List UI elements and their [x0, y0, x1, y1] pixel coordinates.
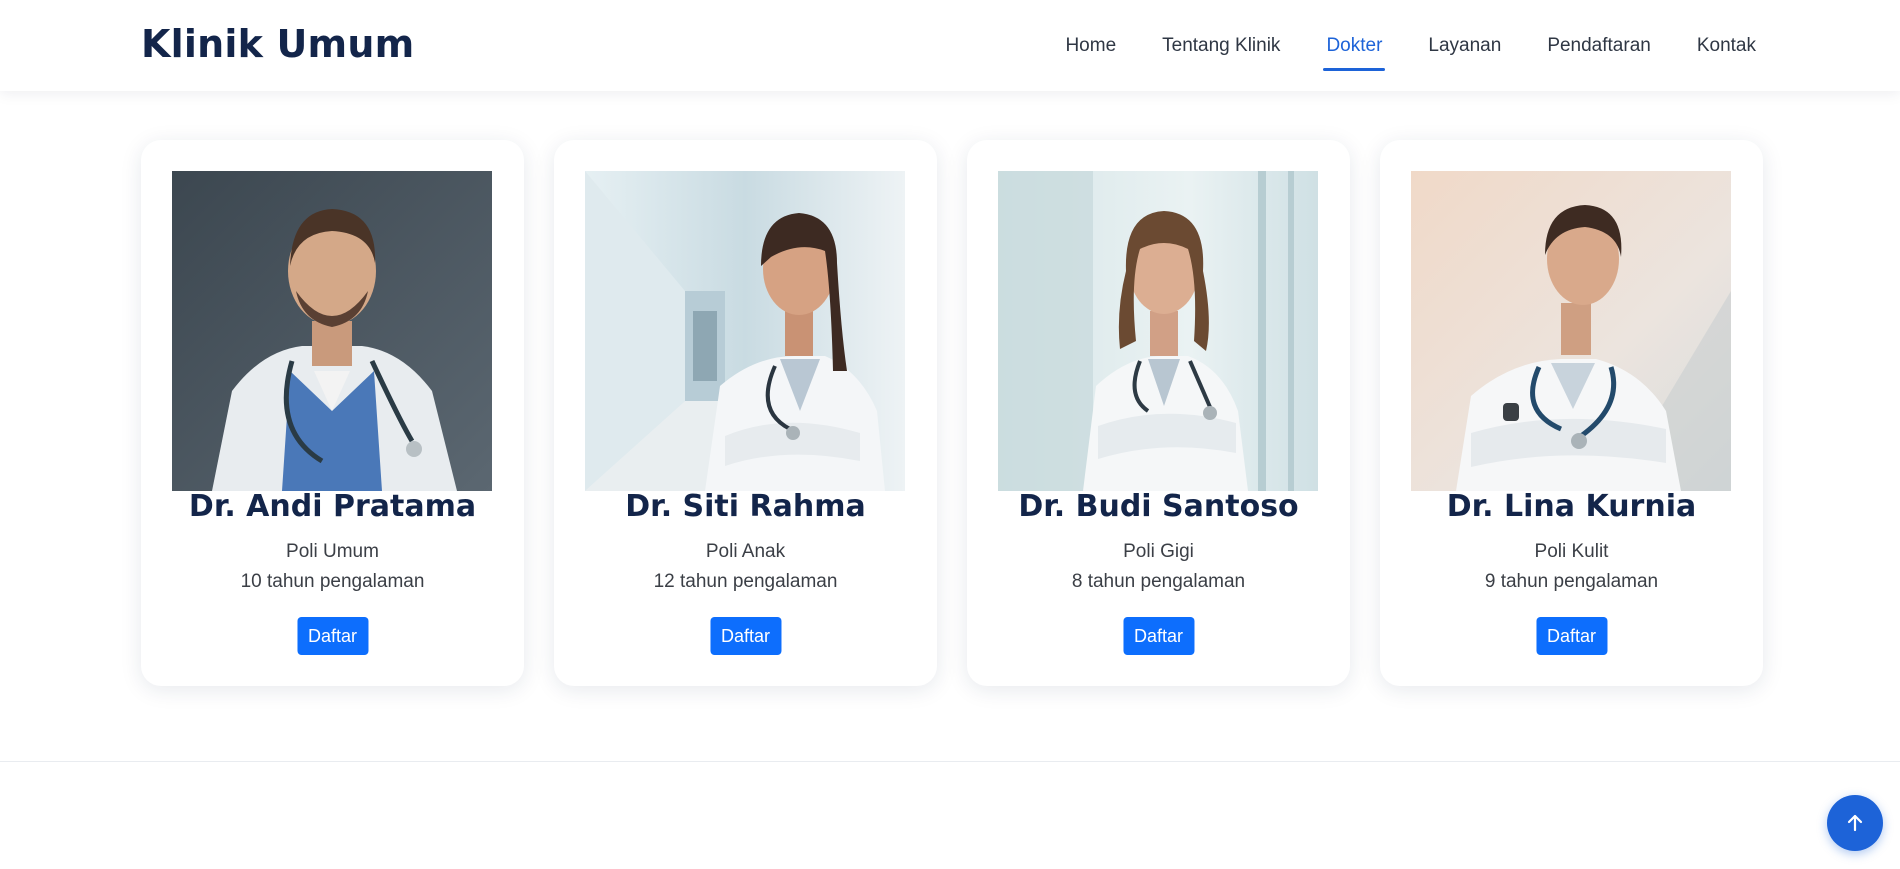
back-to-top-button[interactable]	[1827, 795, 1883, 851]
doctor-experience: 8 tahun pengalaman	[1071, 571, 1246, 592]
doctor-experience: 9 tahun pengalaman	[1484, 571, 1659, 592]
doctor-card: Dr. Andi Pratama Poli Umum 10 tahun peng…	[141, 140, 524, 686]
doctor-experience: 12 tahun pengalaman	[653, 571, 838, 592]
doctor-department: Poli Umum	[286, 541, 379, 562]
doctor-name: Dr. Andi Pratama	[188, 489, 477, 524]
daftar-button[interactable]: Daftar	[1535, 617, 1608, 655]
doctor-photo	[1411, 171, 1731, 491]
nav-pendaftaran[interactable]: Pendaftaran	[1544, 27, 1654, 65]
nav-tentang-klinik[interactable]: Tentang Klinik	[1159, 27, 1283, 65]
doctor-department: Poli Gigi	[1123, 541, 1194, 562]
doctor-photo	[998, 171, 1318, 491]
site-header: Klinik Umum Home Tentang Klinik Dokter L…	[0, 0, 1900, 91]
doctor-card: Dr. Budi Santoso Poli Gigi 8 tahun penga…	[967, 140, 1350, 686]
doctor-name: Dr. Budi Santoso	[1018, 489, 1299, 524]
daftar-button[interactable]: Daftar	[1122, 617, 1195, 655]
doctor-portrait-image	[1411, 171, 1731, 491]
doctor-photo	[172, 171, 492, 491]
footer-divider	[0, 761, 1900, 762]
doctor-department: Poli Kulit	[1534, 541, 1609, 562]
daftar-button[interactable]: Daftar	[296, 617, 369, 655]
doctor-portrait-image	[998, 171, 1318, 491]
doctor-department: Poli Anak	[705, 541, 786, 562]
doctor-card: Dr. Siti Rahma Poli Anak 12 tahun pengal…	[554, 140, 937, 686]
doctor-name: Dr. Siti Rahma	[625, 489, 866, 524]
nav-layanan[interactable]: Layanan	[1425, 27, 1504, 65]
doctor-cards: Dr. Andi Pratama Poli Umum 10 tahun peng…	[141, 140, 1763, 686]
site-logo[interactable]: Klinik Umum	[141, 22, 414, 66]
doctor-experience: 10 tahun pengalaman	[240, 571, 425, 592]
daftar-button[interactable]: Daftar	[709, 617, 782, 655]
nav-home[interactable]: Home	[1062, 27, 1119, 65]
doctor-photo	[585, 171, 905, 491]
doctor-card: Dr. Lina Kurnia Poli Kulit 9 tahun penga…	[1380, 140, 1763, 686]
doctor-name: Dr. Lina Kurnia	[1446, 489, 1697, 524]
nav-kontak[interactable]: Kontak	[1694, 27, 1759, 65]
main-nav: Home Tentang Klinik Dokter Layanan Penda…	[1062, 0, 1759, 91]
doctor-portrait-image	[585, 171, 905, 491]
doctor-portrait-image	[172, 171, 492, 491]
arrow-up-icon	[1847, 814, 1863, 832]
nav-dokter[interactable]: Dokter	[1323, 27, 1386, 71]
